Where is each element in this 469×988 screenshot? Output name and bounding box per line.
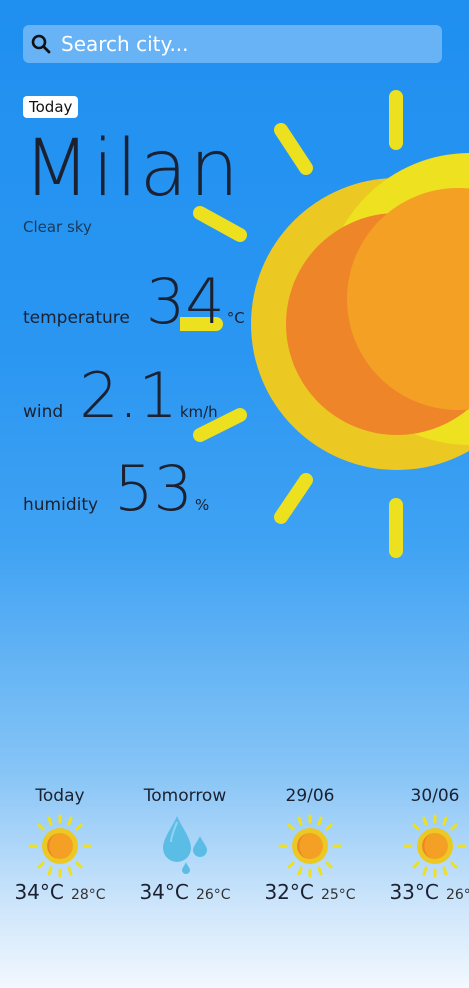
temperature-stat: temperature 34 °C bbox=[23, 265, 245, 338]
forecast-max-temp: 33°C bbox=[389, 880, 439, 904]
sun-icon bbox=[28, 814, 92, 878]
forecast-day[interactable]: Today 34°C 28°C bbox=[0, 786, 120, 904]
rain-drops-icon bbox=[163, 816, 207, 874]
forecast-min-temp: 28°C bbox=[70, 887, 106, 903]
forecast-day-label: Today bbox=[35, 786, 85, 806]
forecast-day[interactable]: Tomorrow 34°C 26°C bbox=[125, 786, 245, 904]
search-bar[interactable] bbox=[23, 25, 442, 63]
humidity-label: humidity bbox=[23, 495, 99, 515]
forecast-day[interactable]: 29/06 32°C 25°C bbox=[250, 786, 370, 904]
forecast-max-temp: 34°C bbox=[14, 880, 64, 904]
temperature-unit: °C bbox=[226, 309, 245, 327]
city-name: Milan bbox=[23, 124, 241, 214]
humidity-value: 53 bbox=[114, 452, 193, 525]
forecast-day[interactable]: 30/06 33°C 26°C bbox=[375, 786, 469, 904]
sun-icon bbox=[278, 814, 342, 878]
forecast-max-temp: 34°C bbox=[139, 880, 189, 904]
sun-icon bbox=[403, 814, 467, 878]
forecast-min-temp: 26°C bbox=[445, 887, 469, 903]
wind-unit: km/h bbox=[179, 403, 218, 421]
today-badge: Today bbox=[23, 96, 79, 118]
forecast-max-temp: 32°C bbox=[264, 880, 314, 904]
temperature-label: temperature bbox=[23, 308, 130, 328]
forecast-min-temp: 26°C bbox=[195, 887, 231, 903]
forecast-min-temp: 25°C bbox=[320, 887, 356, 903]
weather-condition: Clear sky bbox=[23, 218, 92, 236]
forecast-day-label: 29/06 bbox=[285, 786, 335, 806]
humidity-unit: % bbox=[194, 496, 210, 514]
wind-stat: wind 2.1 km/h bbox=[23, 359, 218, 432]
search-icon bbox=[31, 34, 51, 54]
search-input[interactable] bbox=[59, 31, 423, 57]
forecast-day-label: Tomorrow bbox=[143, 786, 227, 806]
wind-value: 2.1 bbox=[79, 359, 178, 432]
forecast-day-label: 30/06 bbox=[410, 786, 460, 806]
temperature-value: 34 bbox=[145, 265, 225, 338]
forecast-row: Today 34°C 28°C Tomorrow 34°C 26°C 29/06… bbox=[0, 786, 469, 916]
wind-label: wind bbox=[23, 402, 64, 422]
humidity-stat: humidity 53 % bbox=[23, 452, 210, 525]
